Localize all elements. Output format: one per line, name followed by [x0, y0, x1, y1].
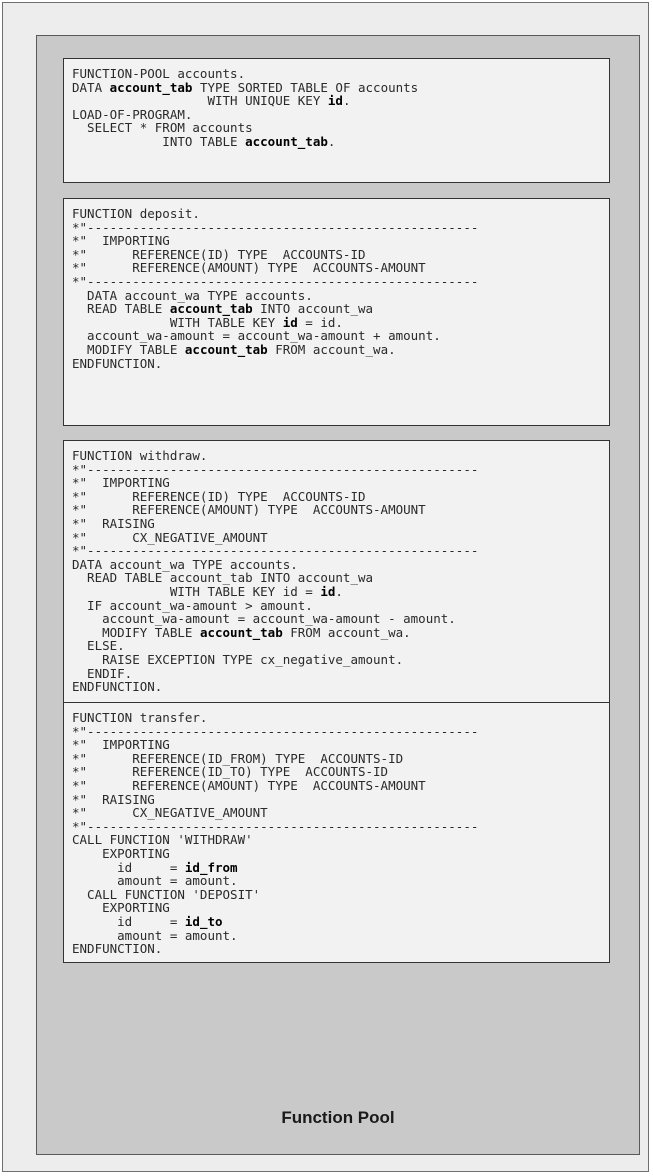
function-pool-header-code: FUNCTION-POOL accounts. DATA account_tab…: [72, 67, 601, 149]
code-text: ENDFUNCTION.: [72, 355, 163, 371]
function-pool-container: FUNCTION-POOL accounts. DATA account_tab…: [36, 35, 640, 1155]
code-text: FROM account_wa.: [267, 341, 396, 357]
function-transfer-box: FUNCTION transfer. *"-------------------…: [63, 702, 610, 963]
code-text: INTO TABLE: [72, 133, 246, 149]
code-keyword-bold: id: [320, 583, 336, 599]
code-text: .: [327, 133, 336, 149]
code-line: ENDFUNCTION.: [72, 356, 162, 371]
code-keyword-bold: id: [327, 93, 343, 109]
code-text: .: [335, 583, 343, 599]
code-line: ENDFUNCTION.: [72, 679, 162, 694]
code-line: INTO TABLE account_tab.: [72, 134, 335, 149]
code-text: FROM account_wa.: [282, 624, 411, 640]
code-keyword-bold: account_tab: [184, 341, 268, 357]
function-pool-label: Function Pool: [281, 1108, 395, 1127]
function-deposit-code: FUNCTION deposit. *"--------------------…: [72, 207, 601, 370]
function-pool-header-box: FUNCTION-POOL accounts. DATA account_tab…: [63, 58, 610, 183]
code-text: ENDFUNCTION.: [72, 941, 163, 957]
code-text: .: [342, 93, 351, 109]
function-transfer-code: FUNCTION transfer. *"-------------------…: [72, 711, 601, 956]
code-keyword-bold: account_tab: [199, 624, 283, 640]
code-keyword-bold: account_tab: [245, 133, 328, 149]
code-line: ENDFUNCTION.: [72, 941, 162, 956]
outer-frame: FUNCTION-POOL accounts. DATA account_tab…: [2, 2, 649, 1172]
function-withdraw-code: FUNCTION withdraw. *"-------------------…: [72, 449, 601, 694]
code-text: ENDFUNCTION.: [72, 679, 163, 695]
function-deposit-box: FUNCTION deposit. *"--------------------…: [63, 198, 610, 426]
